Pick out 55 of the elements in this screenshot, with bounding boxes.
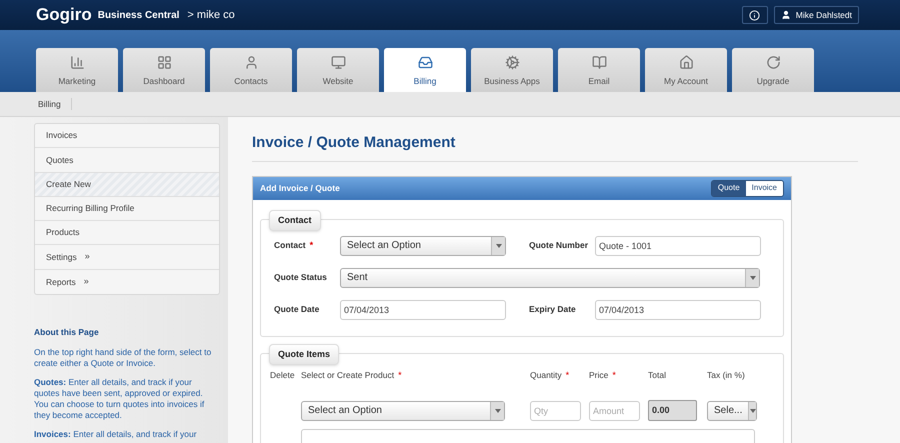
nav-tab[interactable]: Business Apps [471, 48, 553, 92]
nav-tab[interactable]: Billing [384, 48, 466, 92]
sidebar-item[interactable]: Products [35, 221, 219, 246]
page-title: Invoice / Quote Management [252, 133, 456, 153]
select-field[interactable]: Select an Option [340, 236, 506, 256]
required-mark: * [398, 370, 402, 380]
input-field[interactable]: 07/04/2013 [595, 300, 761, 320]
user-button[interactable]: Mike Dahlstedt [774, 6, 859, 24]
tax-select[interactable]: Sele... [707, 400, 757, 420]
mode-toggle[interactable]: Quote [712, 180, 746, 196]
column-header: Delete [270, 368, 296, 382]
panel-title: Add Invoice / Quote [260, 182, 341, 194]
nav-tab[interactable]: Website [297, 48, 379, 92]
about-paragraph: On the top right hand side of the form, select to create either a Quote or Invoice. [34, 346, 212, 369]
nav-tab[interactable]: Dashboard [123, 48, 205, 92]
nav-tab[interactable]: Upgrade [732, 48, 814, 92]
nav-tab[interactable]: Marketing [36, 48, 118, 92]
input-field[interactable]: Quote - 1001 [595, 236, 761, 256]
column-header: Tax (in %) [707, 368, 746, 382]
field-label: Quote Number [529, 239, 590, 252]
field-label: Quote Status [274, 271, 328, 284]
select-field[interactable]: Sent [340, 268, 760, 288]
product-select[interactable]: Select an Option [301, 400, 505, 420]
sidebar-item[interactable]: Settings » [35, 245, 219, 270]
total-field: 0.00 [648, 400, 697, 421]
about-paragraph: Invoices: Enter all details, and track if your [34, 428, 198, 440]
required-mark: * [612, 370, 616, 380]
sidebar-item[interactable]: Reports » [35, 270, 219, 294]
required-mark: * [310, 240, 314, 250]
sidebar-item[interactable]: Create New [35, 172, 219, 197]
sidebar-item[interactable]: Invoices [35, 124, 219, 148]
quantity-field[interactable]: Qty [530, 400, 581, 420]
breadcrumb-link[interactable]: Billing [38, 98, 72, 110]
mode-toggle[interactable]: Invoice [746, 180, 783, 196]
nav-tab[interactable]: My Account [645, 48, 727, 92]
input-field[interactable]: 07/04/2013 [340, 300, 506, 320]
account-name: > mike co [187, 8, 235, 23]
about-title: About this Page [34, 326, 100, 339]
required-mark: * [566, 370, 570, 380]
section-legend: Quote Items [269, 344, 340, 365]
nav-tab[interactable]: Email [558, 48, 640, 92]
price-field[interactable]: Amount [589, 400, 640, 420]
field-label: Expiry Date [529, 303, 577, 316]
column-header: Price * [589, 368, 617, 382]
field-label: Contact * [274, 238, 314, 252]
sidebar-item[interactable]: Recurring Billing Profile [35, 196, 219, 222]
nav-tab[interactable]: Contacts [210, 48, 292, 92]
field-label: Quote Date [274, 303, 320, 316]
column-header: Select or Create Product * [301, 368, 403, 382]
product-name: Business Central [98, 8, 180, 22]
column-header: Quantity * [530, 368, 570, 382]
section-legend: Contact [269, 210, 320, 231]
column-header: Total [648, 368, 667, 382]
about-paragraph: Quotes: Enter all details, and track if your quotes have been sent, approved or expired. You can choose to turn quotes into invoices if they become accepted. [34, 376, 206, 421]
logo: Gogiro [36, 4, 92, 26]
